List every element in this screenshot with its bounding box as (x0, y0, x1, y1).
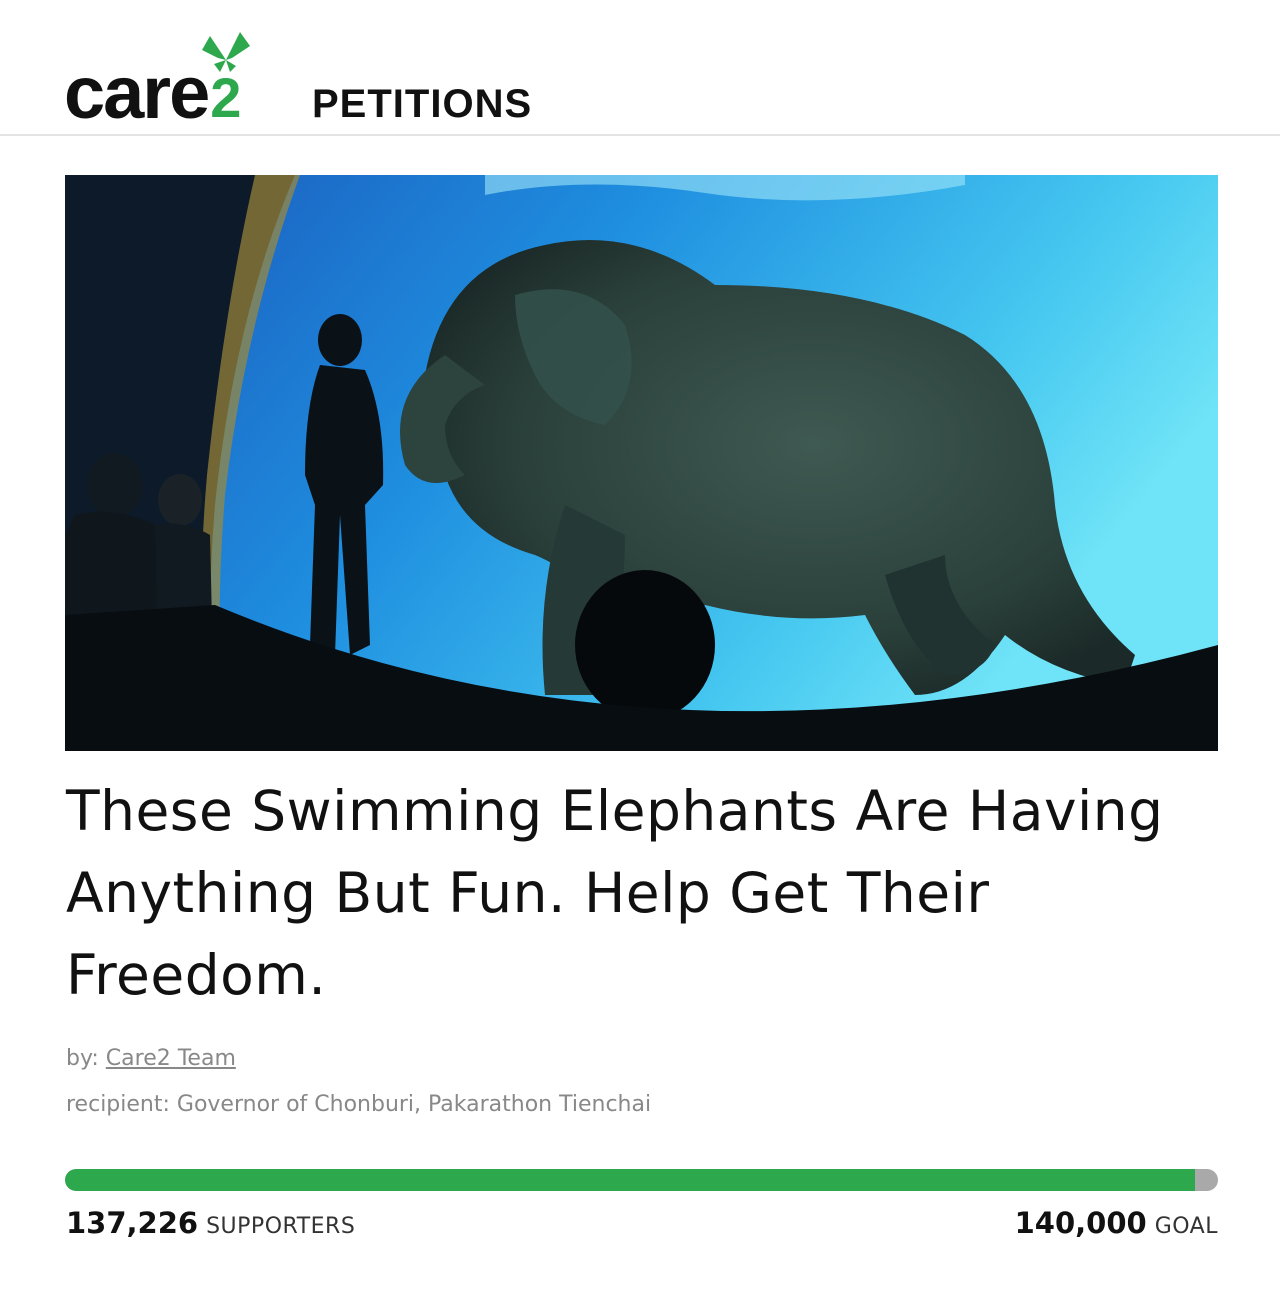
petition-author: by: Care2 Team (66, 1046, 236, 1071)
goal-number: 140,000 (1014, 1206, 1147, 1240)
petitions-label[interactable]: PETITIONS (312, 84, 532, 124)
author-link[interactable]: Care2 Team (106, 1046, 236, 1071)
petition-title: These Swimming Elephants Are Having Anyt… (66, 779, 1164, 1007)
recipient-label: recipient: (66, 1092, 170, 1117)
hero-image (65, 175, 1218, 751)
recipient-name: Governor of Chonburi, Pakarathon Tiencha… (176, 1092, 652, 1117)
elephant-aquarium-photo (65, 175, 1218, 751)
supporters-number: 137,226 (66, 1206, 199, 1240)
petition-recipient: recipient: Governor of Chonburi, Pakarat… (66, 1092, 651, 1117)
logo-word: care (64, 51, 210, 134)
progress-fill (65, 1169, 1195, 1191)
supporters-count: 137,226 SUPPORTERS (66, 1206, 355, 1240)
logo-number: 2 (210, 66, 242, 129)
supporters-label: SUPPORTERS (206, 1214, 356, 1239)
goal-count: 140,000 GOAL (1015, 1206, 1218, 1240)
progress-bar (65, 1169, 1218, 1191)
goal-label: GOAL (1154, 1214, 1218, 1239)
site-header: care 2 PETITIONS (0, 0, 1280, 136)
by-label: by: (66, 1046, 99, 1071)
butterfly-icon (202, 32, 250, 72)
